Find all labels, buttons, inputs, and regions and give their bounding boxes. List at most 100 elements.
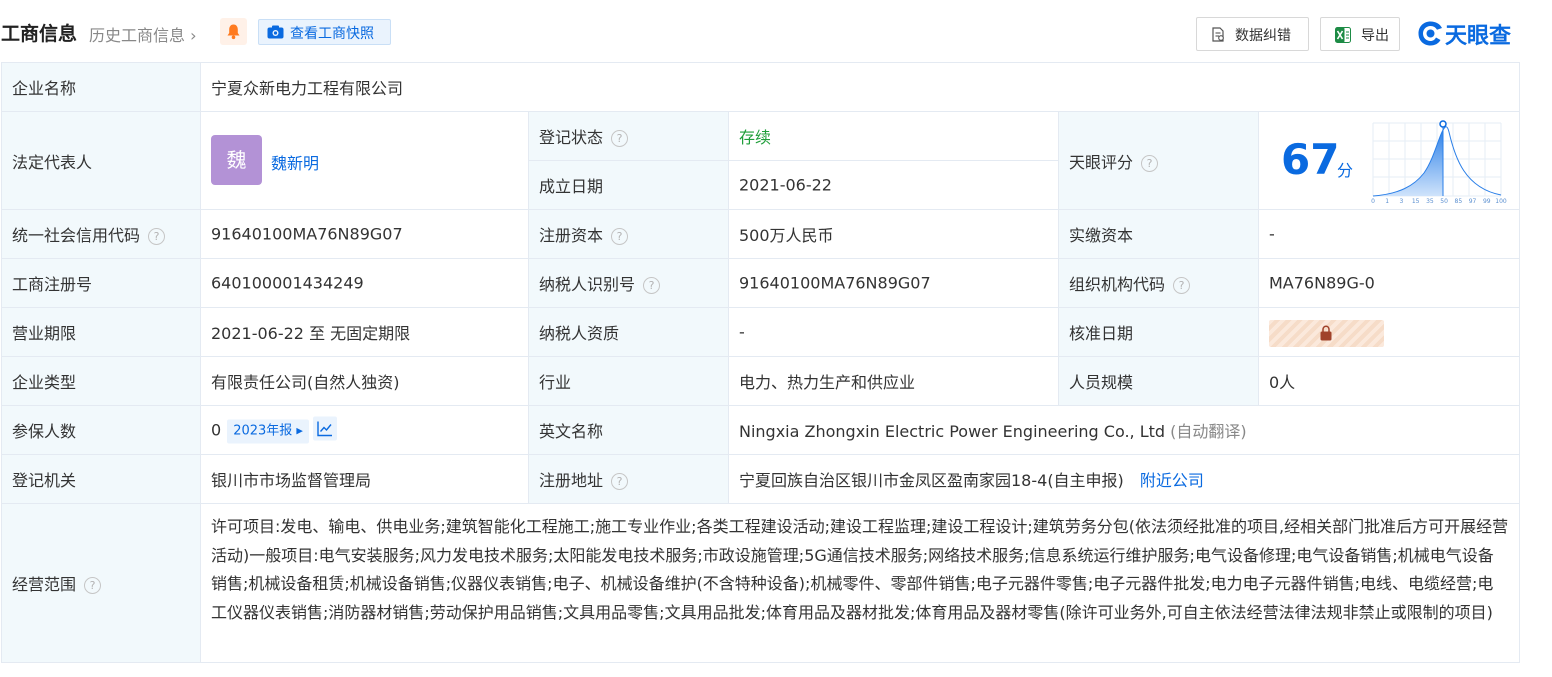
credit-code-label-cell: 统一社会信用代码? <box>2 210 201 259</box>
insured-value: 0 <box>211 420 222 440</box>
logo-text: 天眼查 <box>1445 24 1512 49</box>
approval-date-value-cell <box>1259 308 1519 357</box>
reg-capital-label-cell: 注册资本? <box>529 210 729 259</box>
reg-authority-label-cell: 登记机关 <box>2 455 201 504</box>
section-header: 工商信息 历史工商信息 › 查看工商快照 数据纠错 导出 天眼查 <box>0 0 1552 62</box>
biz-reg-no-value: 640100001434249 <box>211 273 364 293</box>
org-code-label-cell: 组织机构代码? <box>1059 259 1259 308</box>
monitor-bell-button[interactable] <box>220 18 247 45</box>
approval-date-label-cell: 核准日期 <box>1059 308 1259 357</box>
history-link-label[interactable]: 历史工商信息 <box>89 26 185 45</box>
help-icon[interactable]: ? <box>1173 277 1191 294</box>
help-icon[interactable]: ? <box>643 277 661 294</box>
reg-address-value-cell: 宁夏回族自治区银川市金凤区盈南家园18-4(自主申报) 附近公司 <box>729 455 1519 504</box>
insured-value-cell: 0 2023年报 ▸ <box>201 406 529 455</box>
auto-translate-note: (自动翻译) <box>1170 422 1247 441</box>
reg-address-label-cell: 注册地址? <box>529 455 729 504</box>
trend-chart-button[interactable] <box>312 416 337 441</box>
help-icon[interactable]: ? <box>611 473 629 490</box>
history-link[interactable]: 历史工商信息 › <box>89 22 197 46</box>
data-correction-button[interactable]: 数据纠错 <box>1196 17 1309 51</box>
snapshot-button[interactable]: 查看工商快照 <box>258 19 391 45</box>
export-label[interactable]: 导出 <box>1361 25 1389 45</box>
chevron-right-icon: › <box>190 26 197 45</box>
established-label: 成立日期 <box>539 177 604 196</box>
score-axis-tick: 15 <box>1412 198 1420 204</box>
company-type-label-cell: 企业类型 <box>2 357 201 406</box>
lock-icon <box>1320 325 1332 341</box>
biz-term-value: 2021-06-22 至 无固定期限 <box>211 324 411 343</box>
score-distribution-chart[interactable]: 0 1 3 15 35 50 85 97 99 100 <box>1369 118 1507 204</box>
industry-value: 电力、热力生产和供应业 <box>739 373 916 392</box>
snapshot-button-label[interactable]: 查看工商快照 <box>290 23 374 43</box>
biz-reg-no-label-cell: 工商注册号 <box>2 259 201 308</box>
credit-code-value: 91640100MA76N89G07 <box>211 224 403 244</box>
locked-value-button[interactable] <box>1269 320 1384 347</box>
paid-capital-label-cell: 实缴资本 <box>1059 210 1259 259</box>
company-type-value: 有限责任公司(自然人独资) <box>211 373 400 392</box>
help-icon[interactable]: ? <box>611 228 629 245</box>
taxpayer-id-value-cell: 91640100MA76N89G07 <box>729 259 1059 308</box>
company-type-value-cell: 有限责任公司(自然人独资) <box>201 357 529 406</box>
caret-right-icon: ▸ <box>292 423 303 439</box>
approval-date-label: 核准日期 <box>1069 324 1134 343</box>
taxpayer-qual-label: 纳税人资质 <box>539 324 620 343</box>
established-label-cell: 成立日期 <box>529 161 729 210</box>
taxpayer-id-label: 纳税人识别号 <box>539 275 636 294</box>
camera-icon <box>267 25 284 39</box>
business-scope-label-cell: 经营范围? <box>2 504 201 662</box>
industry-label: 行业 <box>539 373 572 392</box>
biz-reg-no-value-cell: 640100001434249 <box>201 259 529 308</box>
legal-rep-name-link[interactable]: 魏新明 <box>271 150 319 174</box>
business-scope-value-cell: 许可项目:发电、输电、供电业务;建筑智能化工程施工;施工专业作业;各类工程建设活… <box>201 504 1519 662</box>
score-axis-tick: 100 <box>1495 198 1507 204</box>
section-title: 工商信息 <box>1 23 78 45</box>
paid-capital-label: 实缴资本 <box>1069 226 1134 245</box>
insured-label: 参保人数 <box>12 422 77 441</box>
export-button[interactable]: 导出 <box>1320 17 1400 51</box>
reg-capital-label: 注册资本 <box>539 226 604 245</box>
staff-size-value-cell: 0人 <box>1259 357 1519 406</box>
industry-label-cell: 行业 <box>529 357 729 406</box>
taxpayer-id-value: 91640100MA76N89G07 <box>739 273 931 293</box>
bell-icon <box>227 24 240 40</box>
biz-term-label: 营业期限 <box>12 324 77 343</box>
staff-size-label-cell: 人员规模 <box>1059 357 1259 406</box>
company-type-label: 企业类型 <box>12 373 77 392</box>
business-scope-text: 许可项目:发电、输电、供电业务;建筑智能化工程施工;施工专业作业;各类工程建设活… <box>211 517 1509 622</box>
score-unit: 分 <box>1337 161 1354 180</box>
nearby-companies-link[interactable]: 附近公司 <box>1140 471 1204 490</box>
help-icon[interactable]: ? <box>148 228 166 245</box>
tianyancha-logo-icon <box>1418 21 1442 46</box>
reg-authority-label: 登记机关 <box>12 471 77 490</box>
data-correction-label[interactable]: 数据纠错 <box>1235 25 1291 45</box>
staff-size-value: 0人 <box>1269 373 1296 392</box>
document-check-icon <box>1212 27 1224 42</box>
established-value: 2021-06-22 <box>739 175 832 195</box>
business-info-table: 企业名称 宁夏众新电力工程有限公司 法定代表人 魏 魏新明 登记状态? 存续 成… <box>1 62 1520 663</box>
score-value-cell[interactable]: 67 分 0 1 3 15 35 50 85 97 99 100 <box>1259 112 1519 210</box>
reg-status-value-cell: 存续 <box>729 112 1059 161</box>
annual-report-label[interactable]: 2023年报 <box>233 424 292 439</box>
reg-authority-value-cell: 银川市市场监督管理局 <box>201 455 529 504</box>
credit-code-label: 统一社会信用代码 <box>12 226 141 245</box>
company-name-value-cell: 宁夏众新电力工程有限公司 <box>201 63 1519 112</box>
help-icon[interactable]: ? <box>84 577 102 594</box>
score-axis-tick: 35 <box>1426 198 1434 204</box>
avatar[interactable]: 魏 <box>211 135 262 185</box>
score-value[interactable]: 67 <box>1281 134 1339 186</box>
help-icon[interactable]: ? <box>1141 154 1159 172</box>
taxpayer-qual-value: - <box>739 322 745 342</box>
english-name-value: Ningxia Zhongxin Electric Power Engineer… <box>739 422 1166 441</box>
industry-value-cell: 电力、热力生产和供应业 <box>729 357 1059 406</box>
taxpayer-id-label-cell: 纳税人识别号? <box>529 259 729 308</box>
score-axis-tick: 3 <box>1400 198 1404 204</box>
org-code-value-cell: MA76N89G-0 <box>1259 259 1519 308</box>
annual-report-button[interactable]: 2023年报 ▸ <box>227 419 309 444</box>
score-axis-tick: 50 <box>1440 198 1448 204</box>
score-axis-tick: 0 <box>1371 198 1375 204</box>
excel-icon <box>1335 27 1351 43</box>
help-icon[interactable]: ? <box>611 130 629 147</box>
company-name-label-cell: 企业名称 <box>2 63 201 112</box>
credit-code-value-cell: 91640100MA76N89G07 <box>201 210 529 259</box>
